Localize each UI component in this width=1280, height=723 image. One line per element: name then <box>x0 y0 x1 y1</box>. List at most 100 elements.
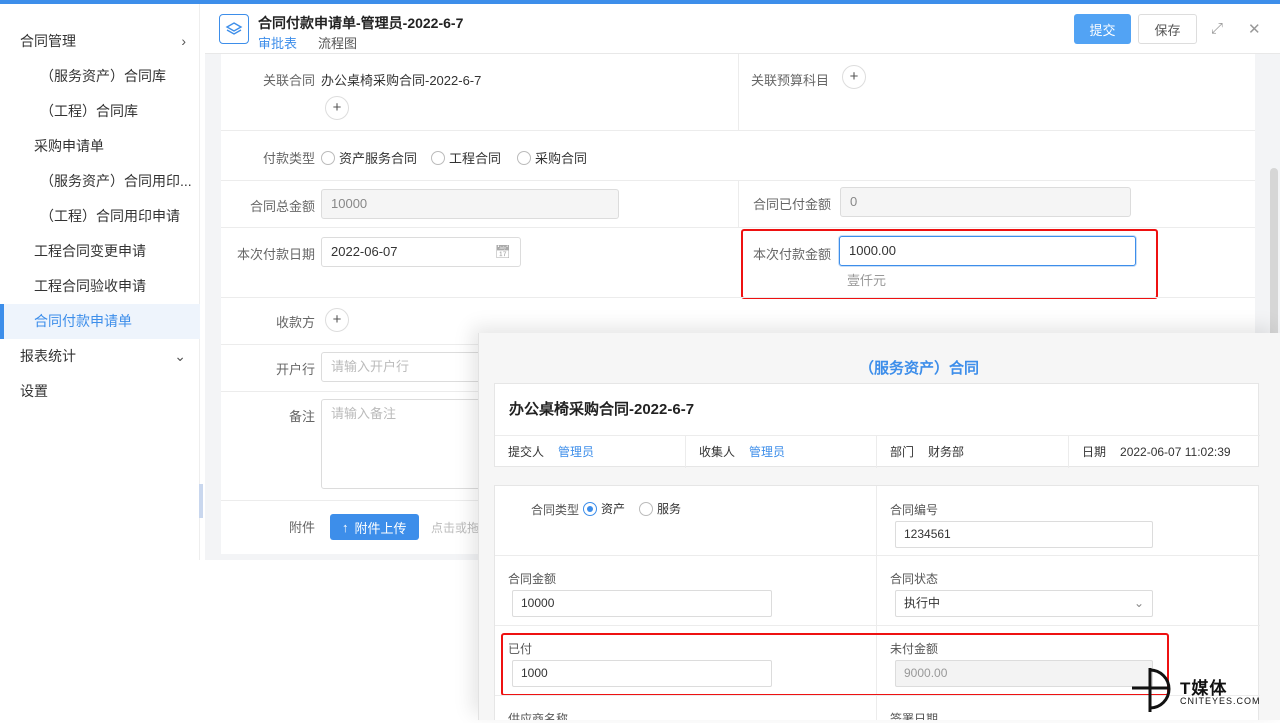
collector: 收集人 管理员 <box>699 436 785 468</box>
radio-label: 资产服务合同 <box>339 151 418 166</box>
payment-type-engineering-radio[interactable]: 工程合同 <box>431 148 501 167</box>
submitter: 提交人 管理员 <box>508 436 594 468</box>
payment-type-asset-service-radio[interactable]: 资产服务合同 <box>321 148 417 167</box>
add-budget-button[interactable]: + <box>842 65 866 89</box>
sidebar-item-service-asset-contract-library[interactable]: （服务资产）合同库 <box>0 59 200 94</box>
date-label: 日期 <box>1082 445 1107 459</box>
contract-no-label: 合同编号 <box>890 503 939 517</box>
add-payee-button[interactable]: + <box>325 308 349 332</box>
sign-date-label: 签署日期 <box>890 712 939 720</box>
add-related-contract-button[interactable]: + <box>325 96 349 120</box>
paid-amount-label: 合同已付金额 <box>752 197 831 212</box>
sidebar-item-label: （工程）合同库 <box>40 103 138 119</box>
upload-label: 附件上传 <box>354 520 407 536</box>
bank-label: 开户行 <box>275 362 315 377</box>
payment-type-purchase-radio[interactable]: 采购合同 <box>517 148 587 167</box>
radio-circle-selected <box>583 501 597 516</box>
sidebar-item-settings[interactable]: 设置 <box>0 374 200 409</box>
sidebar-item-service-asset-seal-request[interactable]: （服务资产）合同用印... <box>0 164 200 199</box>
radio-circle <box>517 150 531 165</box>
contract-summary-card: 办公桌椅采购合同-2022-6-7 提交人 管理员 收集人 管理员 部门 财务部 日期… <box>494 383 1260 468</box>
sidebar-item-label: 设置 <box>20 383 48 399</box>
payee-label: 收款方 <box>275 315 315 330</box>
sidebar-item-label: （服务资产）合同库 <box>40 68 166 84</box>
collector-label: 收集人 <box>699 445 736 459</box>
contract-type-service-radio[interactable]: 服务 <box>639 500 681 517</box>
amount-label: 合同金额 <box>508 572 557 586</box>
sidebar-item-engineering-seal-request[interactable]: （工程）合同用印申请 <box>0 199 200 234</box>
sidebar-item-label: 采购申请单 <box>34 138 104 154</box>
overlay-title: （服务资产）合同 <box>858 360 979 377</box>
amount-field[interactable]: 10000 <box>512 590 772 617</box>
pay-date-field[interactable]: 2022-06-07 📅︎ <box>321 237 521 267</box>
dept-label: 部门 <box>890 445 915 459</box>
pay-date-value: 2022-06-07 <box>331 244 398 259</box>
submitter-label: 提交人 <box>508 445 545 459</box>
divider <box>221 130 1255 131</box>
sidebar-item-reports[interactable]: 报表统计 ⌄ <box>0 339 200 374</box>
pay-date-label: 本次付款日期 <box>236 247 315 262</box>
chevron-right-icon: › <box>181 33 186 49</box>
watermark-subtext: CNITEYES.COM <box>1180 696 1261 706</box>
tab-flowchart[interactable]: 流程图 <box>318 33 357 52</box>
total-amount-field[interactable]: 10000 <box>321 189 619 219</box>
sidebar-item-label: （工程）合同用印申请 <box>40 208 180 224</box>
contract-no-field[interactable]: 1234561 <box>895 521 1153 548</box>
tab-approval-form[interactable]: 审批表 <box>258 33 298 56</box>
divider <box>1068 436 1069 468</box>
sidebar-item-label: 报表统计 <box>20 348 76 364</box>
submit-button[interactable]: 提交 <box>1074 14 1131 44</box>
related-contract-value[interactable]: 办公桌椅采购合同-2022-6-7 <box>321 70 481 89</box>
contract-meta-row: 提交人 管理员 收集人 管理员 部门 财务部 日期 2022-06-07 11:02:3… <box>495 436 1260 468</box>
status-value: 执行中 <box>904 596 941 610</box>
divider <box>738 54 739 130</box>
save-button[interactable]: 保存 <box>1138 14 1197 44</box>
attachment-label: 附件 <box>288 520 315 535</box>
contract-type-asset-radio[interactable]: 资产 <box>583 500 625 517</box>
upload-hint: 点击或拖 <box>431 521 480 535</box>
department: 部门 财务部 <box>890 436 964 468</box>
radio-label: 服务 <box>657 502 682 516</box>
sidebar-item-engineering-acceptance-request[interactable]: 工程合同验收申请 <box>0 269 200 304</box>
divider <box>221 227 1255 228</box>
sidebar-item-label: 工程合同验收申请 <box>34 278 146 294</box>
chevron-down-icon: ⌄ <box>1133 596 1144 610</box>
sidebar: 合同管理 › （服务资产）合同库 （工程）合同库 采购申请单 （服务资产）合同用… <box>0 4 203 560</box>
watermark: T媒体 CNITEYES.COM <box>1128 660 1278 720</box>
sidebar-item-purchase-request[interactable]: 采购申请单 <box>0 129 200 164</box>
expand-icon[interactable]: ⤢ <box>1211 20 1223 37</box>
divider <box>685 436 686 468</box>
sidebar-item-engineering-change-request[interactable]: 工程合同变更申请 <box>0 234 200 269</box>
related-contract-label: 关联合同 <box>262 73 315 88</box>
highlight-box <box>501 633 1169 696</box>
dept-value: 财务部 <box>928 445 965 459</box>
submitter-value[interactable]: 管理员 <box>558 445 594 459</box>
divider <box>876 436 877 468</box>
upload-button[interactable]: ↑ 附件上传 <box>330 514 419 540</box>
highlight-box <box>741 229 1158 299</box>
radio-label: 资产 <box>601 502 626 516</box>
upload-icon: ↑ <box>342 519 349 535</box>
total-amount-label: 合同总金额 <box>249 199 315 214</box>
supplier-label: 供应商名称 <box>508 712 569 720</box>
remark-label: 备注 <box>288 409 315 424</box>
sidebar-item-label: （服务资产）合同用印... <box>40 173 192 189</box>
contract-name: 办公桌椅采购合同-2022-6-7 <box>509 401 695 418</box>
paid-amount-field[interactable]: 0 <box>840 187 1131 217</box>
budget-label: 关联预算科目 <box>750 73 829 88</box>
document-header: 合同付款申请单-管理员-2022-6-7 审批表 流程图 提交 保存 ⤢ ✕ <box>205 4 1280 56</box>
sidebar-scrollbar[interactable] <box>199 484 203 518</box>
divider <box>738 180 739 227</box>
status-select[interactable]: 执行中 ⌄ <box>895 590 1153 617</box>
sidebar-item-engineering-contract-library[interactable]: （工程）合同库 <box>0 94 200 129</box>
sidebar-item-contract-management[interactable]: 合同管理 › <box>0 24 200 59</box>
radio-label: 工程合同 <box>449 151 502 166</box>
radio-label: 采购合同 <box>535 151 588 166</box>
sidebar-item-contract-payment-request[interactable]: 合同付款申请单 <box>0 304 200 339</box>
watermark-logo-icon <box>1132 668 1171 712</box>
sidebar-item-label: 合同付款申请单 <box>34 313 132 329</box>
divider <box>221 297 1255 298</box>
close-icon[interactable]: ✕ <box>1248 20 1261 38</box>
collector-value[interactable]: 管理员 <box>749 445 785 459</box>
divider <box>495 555 1260 556</box>
